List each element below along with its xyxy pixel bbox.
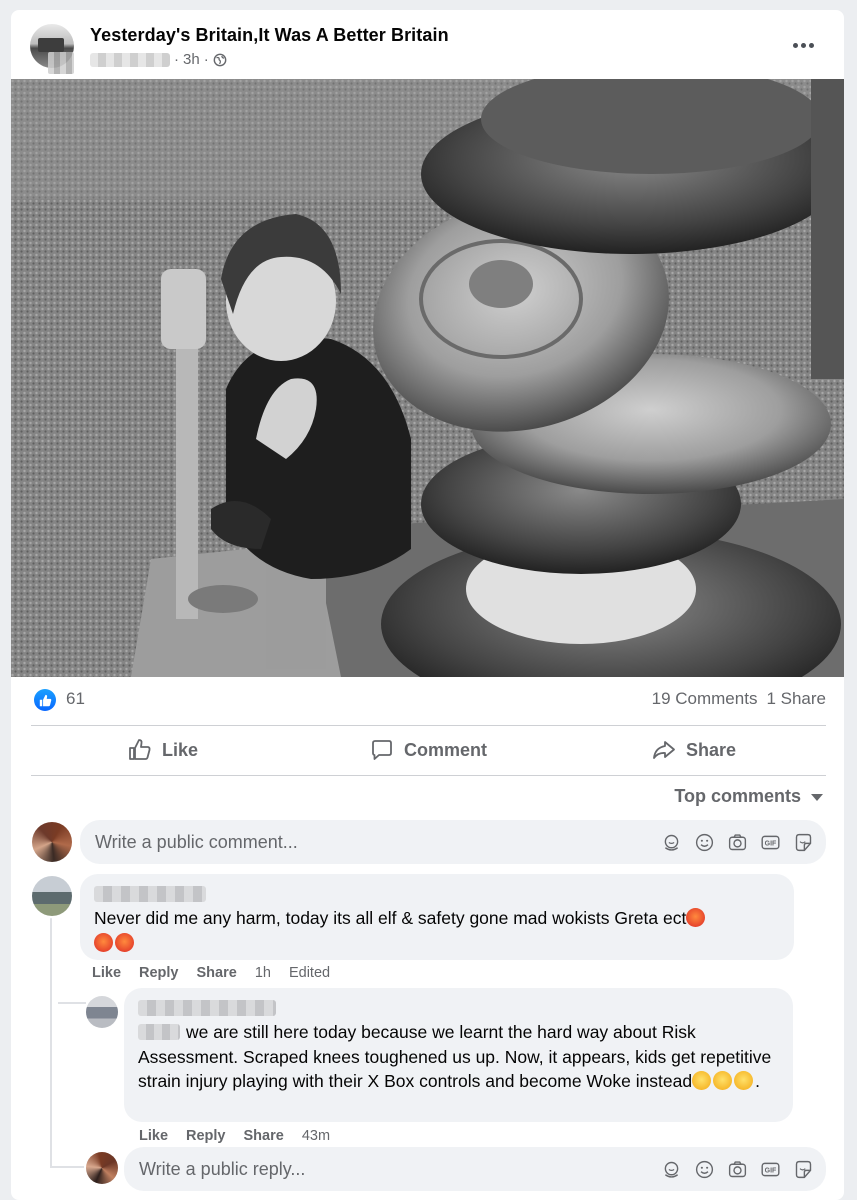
smiley-icon[interactable] bbox=[694, 832, 715, 853]
comment-composer[interactable]: Write a public comment... GIF bbox=[80, 820, 826, 864]
post-time[interactable]: 3h bbox=[183, 51, 200, 68]
camera-icon[interactable] bbox=[727, 832, 748, 853]
share-arrow-icon bbox=[653, 741, 675, 759]
gif-icon[interactable]: GIF bbox=[760, 832, 781, 853]
sad-emoji-icon bbox=[734, 1071, 754, 1090]
divider bbox=[31, 775, 826, 776]
gif-icon[interactable]: GIF bbox=[760, 1159, 781, 1180]
comment-share-button[interactable]: Share bbox=[197, 965, 237, 981]
sad-emoji-icon bbox=[692, 1071, 712, 1090]
more-dot bbox=[792, 42, 798, 48]
reaction-count[interactable]: 61 bbox=[66, 689, 85, 709]
post-separator-2: · bbox=[203, 51, 209, 68]
sticker-icon[interactable] bbox=[793, 832, 814, 853]
reply-connector bbox=[58, 1002, 86, 1004]
reply-text-end: . bbox=[755, 1071, 760, 1091]
comment-sort-dropdown[interactable]: Top comments bbox=[674, 786, 823, 807]
reply-like-button[interactable]: Like bbox=[139, 1128, 168, 1144]
sticker-icon[interactable] bbox=[793, 1159, 814, 1180]
like-reaction-icon[interactable] bbox=[34, 689, 56, 711]
current-user-avatar-small[interactable] bbox=[86, 1152, 118, 1184]
comment-like-button[interactable]: Like bbox=[92, 965, 121, 981]
edited-label: Edited bbox=[288, 965, 331, 981]
blurred-author-name bbox=[90, 52, 170, 67]
sort-label: Top comments bbox=[674, 786, 801, 806]
reply-reply-button[interactable]: Reply bbox=[186, 1128, 226, 1144]
svg-text:GIF: GIF bbox=[765, 840, 777, 847]
angry-emoji-icon bbox=[686, 908, 706, 927]
reply-text: we are still here today because we learn… bbox=[138, 1022, 772, 1091]
comments-count[interactable]: 19 Comments bbox=[652, 689, 758, 709]
post-separator: · bbox=[174, 51, 179, 68]
comment-time[interactable]: 1h bbox=[255, 965, 271, 981]
comment-label: Comment bbox=[404, 739, 488, 760]
avatar-sticker-icon[interactable] bbox=[661, 1159, 682, 1180]
globe-icon bbox=[213, 53, 227, 66]
avatar-sticker-icon[interactable] bbox=[661, 832, 682, 853]
sad-emoji-icon bbox=[713, 1071, 733, 1090]
avatar-pixelation bbox=[48, 52, 74, 74]
speech-bubble-icon bbox=[372, 740, 392, 760]
comment-text: Never did me any harm, today its all elf… bbox=[94, 908, 687, 928]
engagement-stats: 19 Comments 1 Share bbox=[652, 689, 826, 709]
blurred-commenter-name[interactable] bbox=[94, 886, 206, 902]
page-name[interactable]: Yesterday's Britain,It Was A Better Brit… bbox=[90, 25, 449, 46]
svg-text:GIF: GIF bbox=[765, 1167, 777, 1174]
reply-actions: Like Reply Share 43m bbox=[139, 1128, 330, 1144]
comment-button[interactable]: Comment bbox=[370, 731, 487, 769]
reply-author-avatar[interactable] bbox=[86, 996, 118, 1028]
caret-down-icon bbox=[811, 794, 823, 801]
post-photo[interactable] bbox=[11, 79, 844, 677]
current-user-avatar[interactable] bbox=[32, 822, 72, 862]
reply-bubble: we are still here today because we learn… bbox=[124, 988, 793, 1122]
thumbs-up-icon bbox=[129, 739, 151, 760]
reply-composer-tools: GIF bbox=[661, 1159, 826, 1180]
thumbs-up-icon bbox=[39, 694, 51, 706]
commenter-avatar[interactable] bbox=[32, 876, 72, 916]
shares-count[interactable]: 1 Share bbox=[766, 689, 826, 709]
more-dot bbox=[808, 42, 814, 48]
more-dot bbox=[800, 42, 806, 48]
reply-input[interactable]: Write a public reply... bbox=[139, 1159, 661, 1180]
reply-connector bbox=[50, 1166, 84, 1168]
divider bbox=[31, 725, 826, 726]
angry-emoji-icon bbox=[94, 932, 113, 952]
comment-actions: Like Reply Share 1h Edited bbox=[92, 965, 330, 981]
post-meta: · 3h · bbox=[90, 51, 227, 68]
more-options-button[interactable] bbox=[785, 34, 821, 56]
like-button[interactable]: Like bbox=[128, 731, 198, 769]
reply-composer[interactable]: Write a public reply... GIF bbox=[124, 1147, 826, 1191]
thread-line bbox=[50, 918, 52, 1168]
comment-input[interactable]: Write a public comment... bbox=[95, 832, 661, 853]
composer-tools: GIF bbox=[661, 832, 826, 853]
reply-share-button[interactable]: Share bbox=[244, 1128, 284, 1144]
angry-emoji-icon bbox=[115, 932, 134, 952]
blurred-reply-author[interactable] bbox=[138, 1000, 276, 1016]
comment-reply-button[interactable]: Reply bbox=[139, 965, 179, 981]
like-label: Like bbox=[162, 739, 199, 760]
photo-illustration bbox=[11, 79, 844, 677]
share-button[interactable]: Share bbox=[652, 731, 736, 769]
comment-bubble: Never did me any harm, today its all elf… bbox=[80, 874, 794, 960]
smiley-icon[interactable] bbox=[694, 1159, 715, 1180]
camera-icon[interactable] bbox=[727, 1159, 748, 1180]
share-label: Share bbox=[686, 739, 737, 760]
reply-time[interactable]: 43m bbox=[302, 1128, 330, 1144]
blurred-mention[interactable] bbox=[138, 1024, 180, 1040]
